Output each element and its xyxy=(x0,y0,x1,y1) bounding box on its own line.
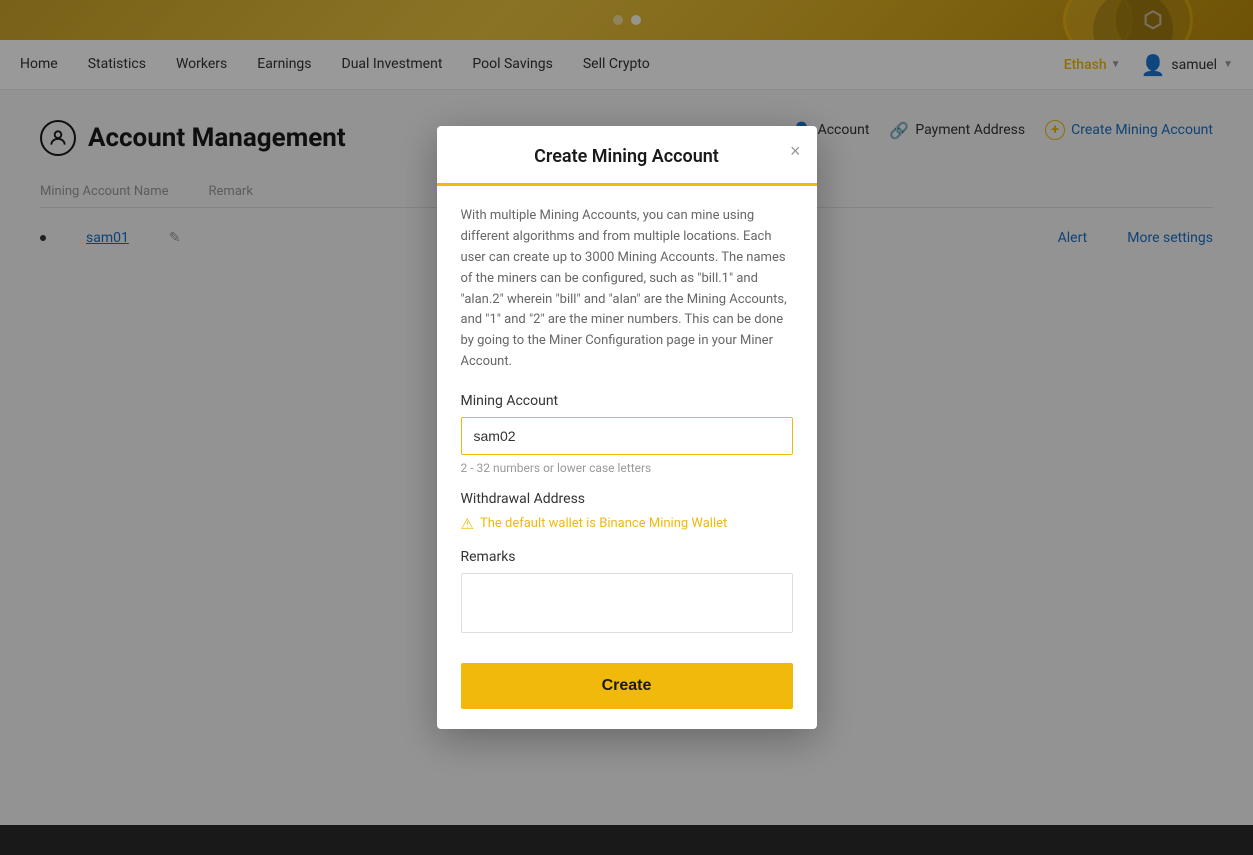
modal-header: Create Mining Account × xyxy=(437,126,817,186)
modal-body: With multiple Mining Accounts, you can m… xyxy=(437,186,817,728)
warning-icon: ⚠ xyxy=(461,515,474,533)
mining-account-group: Mining Account 2 - 32 numbers or lower c… xyxy=(461,393,793,475)
mining-account-input[interactable] xyxy=(461,417,793,455)
withdrawal-address-group: Withdrawal Address ⚠ The default wallet … xyxy=(461,491,793,533)
create-button[interactable]: Create xyxy=(461,663,793,709)
withdrawal-warning: ⚠ The default wallet is Binance Mining W… xyxy=(461,515,793,533)
remarks-textarea[interactable] xyxy=(461,573,793,633)
remarks-group: Remarks xyxy=(461,549,793,637)
modal-overlay: Create Mining Account × With multiple Mi… xyxy=(0,0,1253,855)
modal-description: With multiple Mining Accounts, you can m… xyxy=(461,206,793,372)
mining-account-label: Mining Account xyxy=(461,393,793,409)
mining-account-hint: 2 - 32 numbers or lower case letters xyxy=(461,461,793,475)
create-mining-modal: Create Mining Account × With multiple Mi… xyxy=(437,126,817,728)
modal-title: Create Mining Account xyxy=(534,146,719,167)
withdrawal-warning-text: The default wallet is Binance Mining Wal… xyxy=(480,516,727,531)
withdrawal-address-label: Withdrawal Address xyxy=(461,491,793,507)
modal-close-button[interactable]: × xyxy=(790,142,801,160)
remarks-label: Remarks xyxy=(461,549,793,565)
